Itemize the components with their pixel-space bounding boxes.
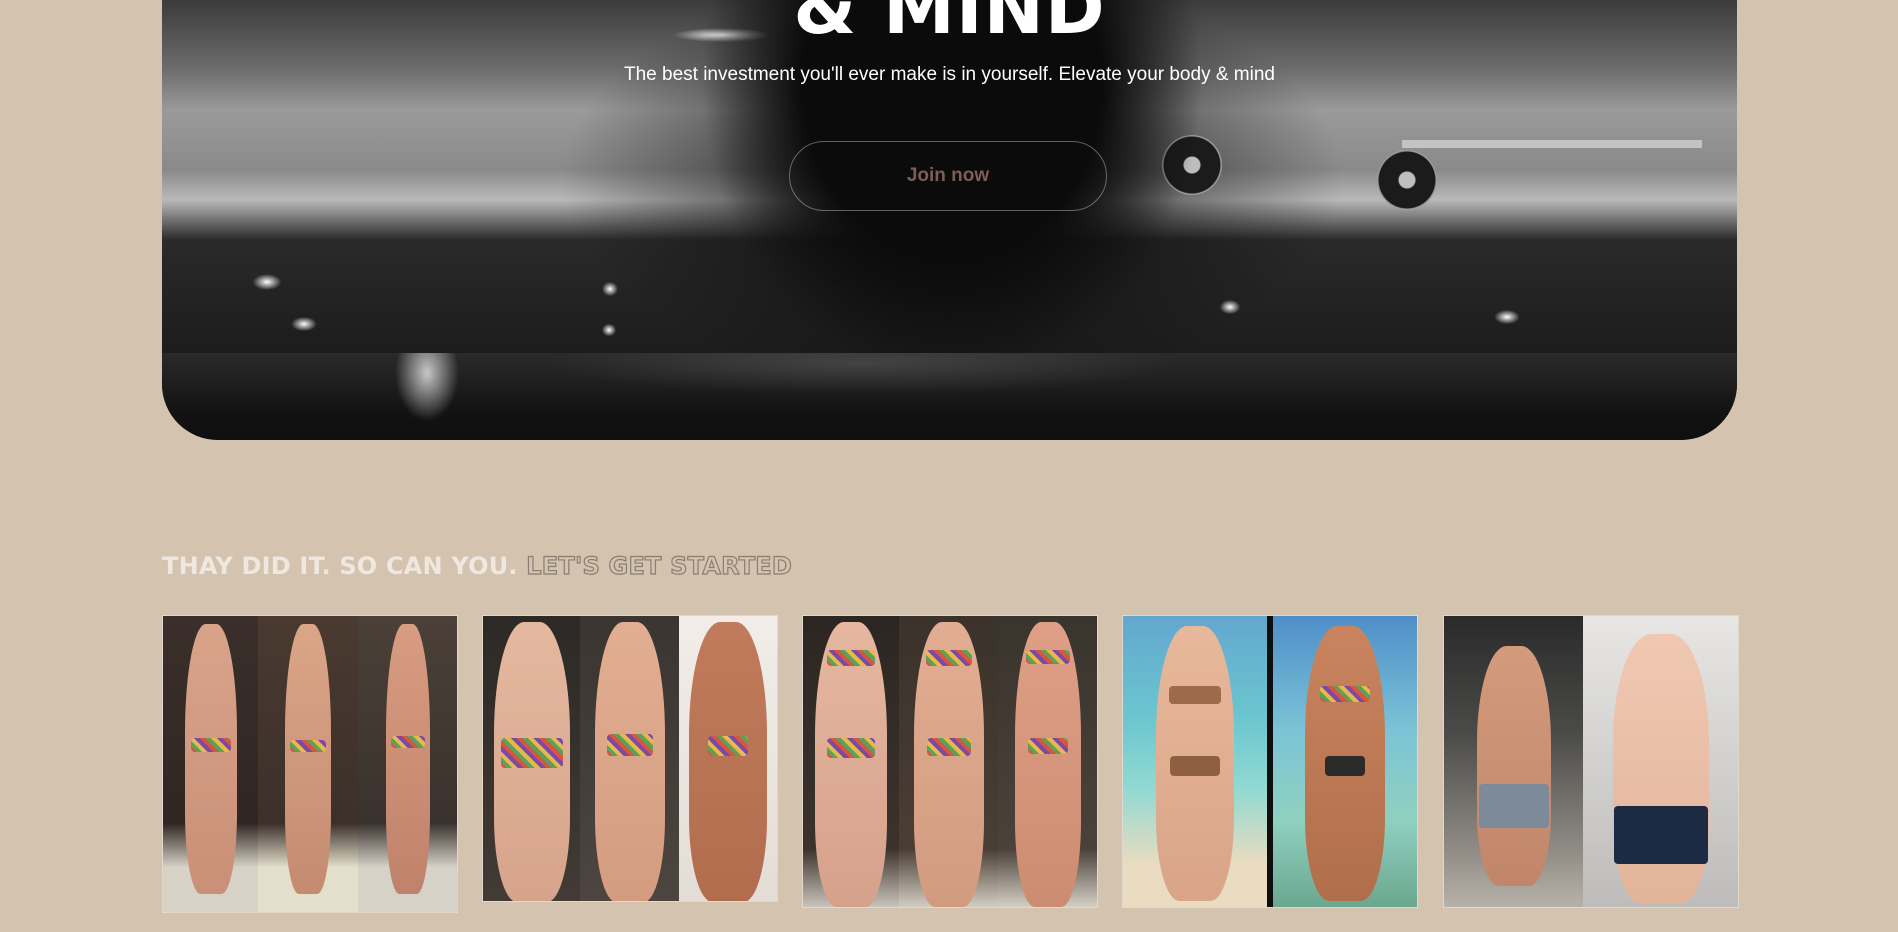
transformation-beach[interactable] xyxy=(1122,615,1418,908)
results-title-outline: LET'S GET STARTED xyxy=(526,551,793,580)
transformation-gym-male[interactable] xyxy=(1443,615,1739,908)
join-now-button[interactable]: Join now xyxy=(789,141,1107,211)
transformation-side-view[interactable] xyxy=(162,615,458,913)
hero-banner: & MIND The best investment you'll ever m… xyxy=(162,0,1737,440)
hero-subtitle: The best investment you'll ever make is … xyxy=(624,64,1275,85)
results-section-title: THAY DID IT. SO CAN YOU. LET'S GET START… xyxy=(162,551,793,580)
transformation-back-view[interactable] xyxy=(482,615,778,902)
results-title-solid: THAY DID IT. SO CAN YOU. xyxy=(162,552,518,580)
hero-heading: & MIND xyxy=(793,0,1106,50)
transformation-front-view[interactable] xyxy=(802,615,1098,908)
hero-photo-lower-band xyxy=(162,353,1737,440)
